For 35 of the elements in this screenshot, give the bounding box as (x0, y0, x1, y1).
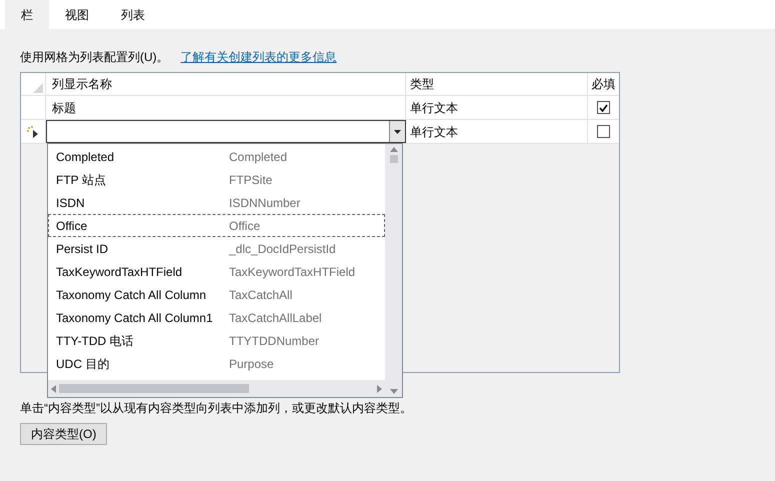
content-type-button[interactable]: 内容类型(O) (20, 423, 108, 445)
select-all-corner-icon[interactable] (33, 83, 43, 93)
dropdown-item[interactable]: TTY-TDD 电话 TTYTDDNumber (48, 329, 385, 352)
dropdown-item[interactable]: TaxKeywordTaxHTField TaxKeywordTaxHTField (48, 260, 385, 283)
dropdown-item[interactable]: Persist ID _dlc_DocIdPersistId (48, 237, 385, 260)
scroll-thumb[interactable] (390, 155, 398, 163)
dropdown-item[interactable]: UDC 目的 Purpose (48, 352, 385, 375)
scroll-left-icon[interactable] (51, 384, 56, 392)
tab[interactable]: 栏 (5, 0, 49, 29)
table-cell: 单行文本 (406, 96, 588, 119)
dropdown-caret-icon[interactable] (389, 121, 405, 142)
scroll-right-icon[interactable] (377, 384, 382, 392)
horizontal-scrollbar[interactable] (48, 380, 385, 397)
dropdown-item[interactable]: Taxonomy Catch All Column1 TaxCatchAllLabel (48, 306, 385, 329)
dropdown-item[interactable]: Office Office (48, 214, 385, 237)
dropdown-item[interactable]: Taxonomy Catch All Column TaxCatchAll (48, 283, 385, 306)
column-header[interactable]: 类型 (406, 73, 588, 95)
required-checkbox[interactable] (597, 125, 610, 138)
learn-more-link[interactable]: 了解有关创建列表的更多信息 (180, 48, 337, 66)
scroll-up-icon[interactable] (390, 147, 398, 152)
dropdown-item[interactable]: FTP 站点 FTPSite (48, 168, 385, 191)
hint-text: 单击“内容类型”以从现有内容类型向列表中添加列，或更改默认内容类型。 (19, 400, 413, 417)
dropdown-item[interactable]: Completed Completed (48, 145, 385, 168)
table-cell: 标题 (46, 96, 406, 119)
column-header[interactable]: 必填 (588, 73, 619, 95)
scroll-down-icon[interactable] (390, 389, 398, 394)
name-combo-field[interactable] (46, 120, 406, 143)
instruction-text: 使用网格为列表配置列(U)。 (20, 49, 169, 66)
column-header[interactable]: 列显示名称 (46, 73, 406, 95)
new-row-icon (27, 126, 39, 138)
table-cell: 单行文本 (406, 120, 588, 143)
dropdown-item[interactable]: ISDN ISDNNumber (48, 191, 385, 214)
required-checkbox[interactable] (597, 101, 610, 114)
scroll-thumb[interactable] (59, 384, 249, 393)
vertical-scrollbar[interactable] (385, 144, 402, 397)
